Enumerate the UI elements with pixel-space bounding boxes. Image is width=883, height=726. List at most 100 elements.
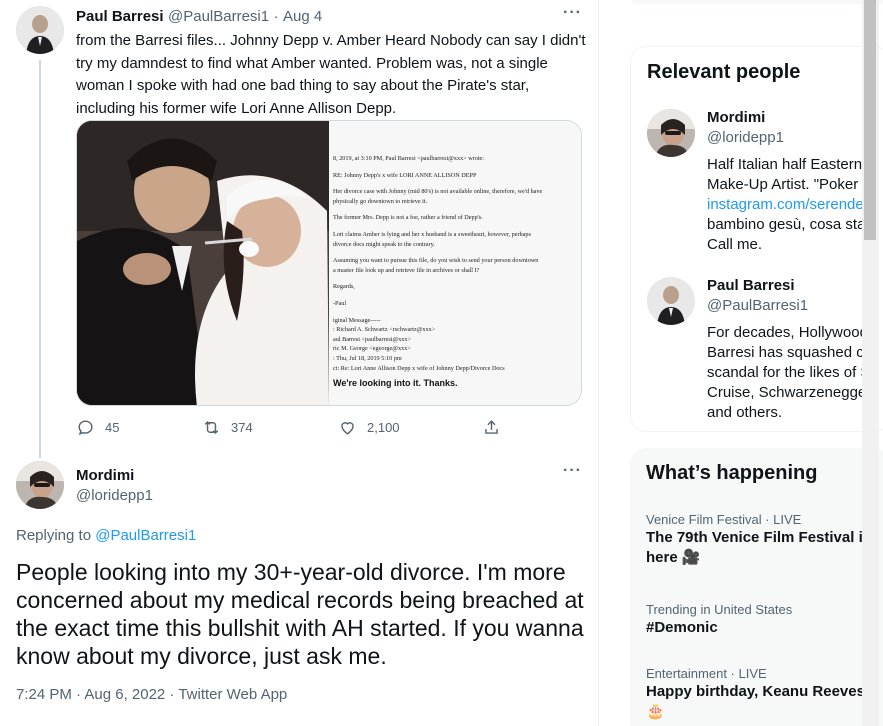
trend-category: Venice Film Festival · LIVE: [646, 512, 802, 527]
sidebar: Relevant people Mordimi @loridepp1 Half …: [616, 0, 883, 726]
avatar-image: [647, 109, 695, 157]
scrollbar[interactable]: [862, 0, 879, 726]
bio-line: Barresi has squashed ca: [707, 344, 873, 361]
email-line: The former Mrs. Depp is not a foe, rathe…: [333, 214, 483, 222]
bio-line: Cruise, Schwarzenegger: [707, 384, 872, 401]
author-name[interactable]: Paul Barresi: [76, 8, 164, 25]
like-button[interactable]: 2,100: [338, 418, 400, 437]
avatar-paul-barresi[interactable]: [647, 277, 695, 325]
trend-category: Trending in United States: [646, 602, 793, 617]
email-line: [333, 181, 577, 188]
email-line: a master file look up and retrieve file …: [333, 266, 480, 274]
tweet-text: People looking into my 30+-year-old divo…: [16, 559, 584, 669]
retweet-count: 374: [231, 420, 253, 435]
person-handle[interactable]: @loridepp1: [707, 129, 784, 146]
replying-to-link[interactable]: @PaulBarresi1: [95, 527, 196, 544]
email-line: ct: Re: Lori Anne Allison Depp x wife of…: [333, 364, 505, 372]
avatar-image: [16, 461, 64, 509]
bio-line: Half Italian half Eastern: [707, 156, 863, 173]
separator-dot: ·: [273, 8, 279, 25]
tweet-date[interactable]: Aug 4: [283, 8, 322, 25]
email-line: Lori claims Amber is lying and her x hus…: [333, 230, 531, 238]
search-card-edge: [630, 0, 883, 4]
email-line: [333, 250, 577, 257]
person-mordimi[interactable]: Mordimi @loridepp1 Half Italian half Eas…: [647, 109, 883, 259]
person-name[interactable]: Mordimi: [707, 109, 765, 126]
bio-line: For decades, Hollywood: [707, 324, 868, 341]
email-line: Assuming you want to pursue this file, d…: [333, 257, 539, 265]
bio-line: and others.: [707, 404, 783, 421]
card-title: Relevant people: [647, 61, 801, 83]
email-line: ric M. George <egeorge@xxx>: [333, 345, 411, 353]
avatar-paul-barresi[interactable]: [16, 6, 64, 54]
replying-to: Replying to @PaulBarresi1: [16, 527, 196, 544]
avatar-image: [16, 6, 64, 54]
email-line: Regards,: [333, 283, 355, 291]
email-text-lines: 8, 2019, at 3:10 PM, Paul Barresi <paulb…: [333, 155, 577, 374]
more-icon[interactable]: ···: [563, 462, 582, 480]
heart-icon: [341, 422, 354, 435]
tweet-meta[interactable]: 7:24 PM · Aug 6, 2022 · Twitter Web App: [16, 686, 287, 703]
person-bio: Half Italian half Eastern Make-Up Artist…: [707, 155, 883, 255]
bio-link[interactable]: instagram.com/serende: [707, 195, 883, 215]
email-line: [333, 276, 577, 283]
bio-line: Make-Up Artist. "Poker: [707, 176, 859, 193]
person-bio: For decades, Hollywood Barresi has squas…: [707, 323, 883, 423]
author-name[interactable]: Mordimi: [76, 466, 153, 486]
trend-item[interactable]: Trending in United States #Demonic: [646, 602, 883, 638]
tweet-actions: 45 374 2,100: [76, 418, 516, 440]
person-name[interactable]: Paul Barresi: [707, 277, 795, 294]
email-line: : Richard A. Schwartz <rschwartz@xxx>: [333, 326, 436, 334]
email-line: iginal Message-----: [333, 316, 381, 324]
tweet-text: from the Barresi files... Johnny Depp v.…: [76, 32, 586, 117]
wedding-photo-graphic: [77, 121, 329, 405]
trend-title: The 79th Venice Film Festival is: [646, 529, 872, 546]
trend-category: Entertainment · LIVE: [646, 666, 767, 681]
trend-item[interactable]: Entertainment · LIVE Happy birthday, Kea…: [646, 666, 883, 722]
whats-happening-card: What’s happening Venice Film Festival · …: [630, 448, 883, 726]
more-icon[interactable]: ···: [563, 4, 582, 22]
trend-title: #Demonic: [646, 619, 718, 636]
email-line: 8, 2019, at 3:10 PM, Paul Barresi <paulb…: [333, 155, 485, 162]
trend-title: here 🎥: [646, 549, 701, 566]
retweet-icon: [204, 420, 219, 435]
email-line: : Thu, Jul 18, 2019 5:10 pm: [333, 354, 402, 362]
email-final-line: We're looking into it. Thanks.: [333, 378, 458, 389]
avatar-mordimi[interactable]: [16, 461, 64, 509]
reply-button[interactable]: 45: [76, 418, 119, 437]
bio-line: Call me.: [707, 236, 763, 253]
trend-title: 🎂: [646, 703, 665, 720]
person-paul-barresi[interactable]: Paul Barresi @PaulBarresi1 For decades, …: [647, 277, 883, 427]
scrollbar-thumb[interactable]: [864, 0, 876, 240]
trend-title: Happy birthday, Keanu Reeves: [646, 683, 865, 700]
trend-item[interactable]: Venice Film Festival · LIVE The 79th Ven…: [646, 512, 883, 568]
thread-connector: [39, 60, 41, 458]
email-line: aul Barresi <paulbarresi@xxx>: [333, 335, 411, 343]
author-handle[interactable]: @PaulBarresi1: [168, 8, 269, 25]
email-line: RE: Johnny Depp's x wife LORI ANNE ALLIS…: [333, 171, 477, 179]
email-line: Her divorce case with Johnny (mid 80's) …: [333, 188, 543, 196]
wedding-photo: [77, 121, 329, 405]
tweet-thread: Paul Barresi @PaulBarresi1 · Aug 4 ··· f…: [0, 0, 599, 726]
avatar-mordimi[interactable]: [647, 109, 695, 157]
relevant-people-card: Relevant people Mordimi @loridepp1 Half …: [630, 46, 883, 432]
card-title: What’s happening: [646, 462, 818, 484]
replying-prefix: Replying to: [16, 527, 92, 544]
reply-icon: [78, 420, 93, 436]
email-line: [333, 224, 577, 231]
bio-line: scandal for the likes of S: [707, 364, 871, 381]
tweet-header: Paul Barresi @PaulBarresi1 · Aug 4: [76, 8, 322, 26]
tweet-header: Mordimi @loridepp1: [76, 466, 153, 506]
share-button[interactable]: [482, 418, 511, 437]
author-handle[interactable]: @loridepp1: [76, 486, 153, 506]
email-line: [333, 293, 577, 300]
email-line: divorce docs might speak to the contrary…: [333, 240, 435, 248]
person-handle[interactable]: @PaulBarresi1: [707, 297, 808, 314]
email-screenshot: 8, 2019, at 3:10 PM, Paul Barresi <paulb…: [329, 121, 581, 405]
email-line: [333, 207, 577, 214]
like-count: 2,100: [367, 420, 400, 435]
avatar-image: [647, 277, 695, 325]
email-line: physically go downtown to retrieve it.: [333, 197, 428, 205]
retweet-button[interactable]: 374: [202, 418, 253, 437]
tweet-media[interactable]: 8, 2019, at 3:10 PM, Paul Barresi <paulb…: [76, 120, 582, 406]
